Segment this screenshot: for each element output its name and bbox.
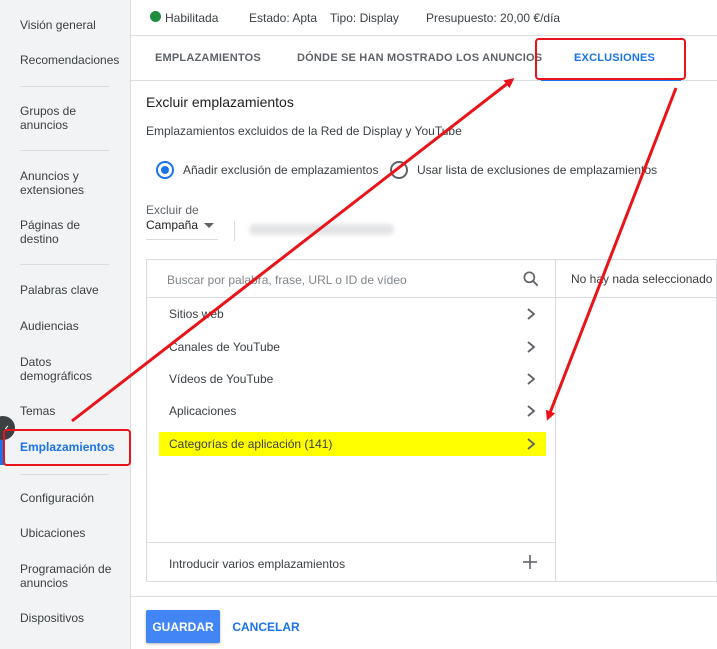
list-item-label: Sitios web: [169, 307, 224, 321]
sidebar-item-ad-groups[interactable]: Grupos de anuncios: [20, 104, 90, 132]
enter-multiple-label: Introducir varios emplazamientos: [169, 557, 346, 571]
sidebar-item-overview[interactable]: Visión general: [20, 18, 125, 32]
caret-down-icon: [204, 223, 214, 228]
list-item-label: Categorías de aplicación (141): [169, 437, 333, 451]
chevron-right-icon: [527, 308, 536, 320]
plus-icon[interactable]: [523, 555, 537, 569]
exclude-from-label: Excluir de: [146, 203, 199, 217]
main-content: Excluir emplazamientos Emplazamientos ex…: [131, 81, 717, 649]
divider: [234, 221, 235, 241]
sidebar-nav: Visión general Recomendaciones Grupos de…: [0, 0, 131, 649]
sidebar-item-devices[interactable]: Dispositivos: [20, 611, 125, 625]
status-enabled[interactable]: Habilitada: [165, 11, 218, 25]
sidebar-item-audiences[interactable]: Audiencias: [20, 319, 125, 333]
list-item-app-categories[interactable]: Categorías de aplicación (141): [159, 432, 546, 456]
exclude-from-value: Campaña: [146, 218, 199, 232]
status-type: Tipo: Display: [330, 11, 399, 25]
list-item-label: Vídeos de YouTube: [169, 372, 274, 386]
sidebar-item-locations[interactable]: Ubicaciones: [20, 526, 125, 540]
sidebar-divider: [20, 86, 109, 87]
list-item-websites[interactable]: Sitios web: [159, 302, 546, 326]
chevron-right-icon: [527, 373, 536, 385]
radio-add-exclusion-label[interactable]: Añadir exclusión de emplazamientos: [183, 163, 378, 177]
list-item-youtube-channels[interactable]: Canales de YouTube: [159, 335, 546, 359]
status-budget[interactable]: Presupuesto: 20,00 €/día: [426, 11, 560, 25]
radio-use-list-label[interactable]: Usar lista de exclusiones de emplazamien…: [417, 163, 657, 177]
radio-use-list[interactable]: [390, 161, 408, 179]
list-item-label: Aplicaciones: [169, 404, 237, 418]
list-item-youtube-videos[interactable]: Vídeos de YouTube: [159, 367, 546, 391]
browse-panel: Sitios web Canales de YouTube Vídeos de …: [147, 260, 556, 581]
search-icon[interactable]: [521, 269, 541, 289]
sidebar-item-landing-pages[interactable]: Páginas de destino: [20, 218, 90, 246]
search-input[interactable]: [167, 271, 507, 289]
exclude-from-select[interactable]: Campaña: [146, 218, 218, 240]
sidebar-item-topics[interactable]: Temas: [20, 404, 125, 418]
selected-panel-header: No hay nada seleccionado: [556, 260, 717, 298]
chevron-right-icon: [527, 438, 536, 450]
list-item-apps[interactable]: Aplicaciones: [159, 399, 546, 423]
annotation-box-placements: [3, 429, 131, 466]
tab-placements[interactable]: EMPLAZAMIENTOS: [155, 52, 261, 64]
chevron-right-icon: [527, 341, 536, 353]
sidebar-item-settings[interactable]: Configuración: [20, 491, 125, 505]
annotation-box-exclusions-tab: [535, 38, 686, 80]
tab-where-ads-showed[interactable]: DÓNDE SE HAN MOSTRADO LOS ANUNCIOS: [297, 52, 542, 64]
sidebar-divider: [20, 150, 109, 151]
page-title: Excluir emplazamientos: [146, 94, 294, 110]
page-subtitle: Emplazamientos excluidos de la Red de Di…: [146, 124, 462, 138]
placement-picker: Sitios web Canales de YouTube Vídeos de …: [146, 259, 717, 582]
sidebar-item-ads-extensions[interactable]: Anuncios y extensiones: [20, 169, 90, 197]
search-row: [147, 260, 555, 298]
status-eligibility: Estado: Apta: [249, 11, 318, 25]
sidebar-item-ad-schedule[interactable]: Programación de anuncios: [20, 562, 112, 590]
cancel-button[interactable]: CANCELAR: [229, 610, 303, 643]
sidebar-item-demographics[interactable]: Datos demográficos: [20, 355, 100, 383]
blurred-campaign-name: [249, 224, 394, 235]
campaign-status-bar: Habilitada Estado: Apta Tipo: Display Pr…: [131, 0, 717, 36]
enter-multiple-placements[interactable]: Introducir varios emplazamientos: [147, 542, 555, 581]
status-dot-icon: [150, 11, 161, 22]
divider: [131, 596, 717, 597]
sidebar-item-keywords[interactable]: Palabras clave: [20, 283, 125, 297]
sidebar-item-recommendations[interactable]: Recomendaciones: [20, 53, 125, 67]
list-item-label: Canales de YouTube: [169, 340, 280, 354]
save-button[interactable]: GUARDAR: [146, 610, 220, 643]
chevron-right-icon: [527, 405, 536, 417]
selection-empty-text: No hay nada seleccionado: [571, 272, 713, 286]
sidebar-divider: [20, 264, 109, 265]
sidebar-divider: [20, 474, 109, 475]
radio-add-exclusion[interactable]: [156, 161, 174, 179]
